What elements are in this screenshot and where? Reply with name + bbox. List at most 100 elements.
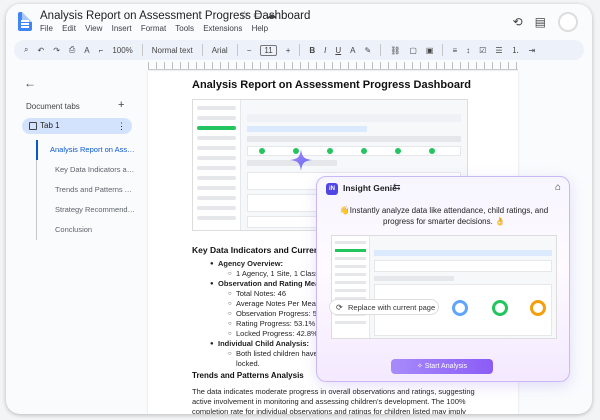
menu-tools[interactable]: Tools xyxy=(175,24,194,33)
numbered-list-icon[interactable]: ⒈ xyxy=(512,45,520,56)
divider xyxy=(236,44,238,56)
trends-paragraph: The data indicates moderate progress in … xyxy=(192,387,475,414)
progress-ring xyxy=(530,300,546,316)
page-preview-screenshot[interactable] xyxy=(331,235,557,339)
font-size-input[interactable]: 11 xyxy=(260,44,277,56)
home-icon[interactable]: ⌂ xyxy=(555,182,561,193)
spellcheck-icon[interactable]: A xyxy=(84,46,89,55)
progress-ring xyxy=(452,300,468,316)
move-folder-icon[interactable]: ▭ xyxy=(253,10,266,21)
italic-icon[interactable]: I xyxy=(324,46,326,55)
child-analysis-label: Individual Child Analysis: xyxy=(218,339,309,348)
swap-icon[interactable]: ⇆ xyxy=(393,182,401,193)
outline-list: Analysis Report on Asses... Key Data Ind… xyxy=(36,140,136,240)
checklist-icon[interactable]: ☑ xyxy=(479,46,486,55)
search-menus-icon[interactable]: ⌕ xyxy=(24,45,28,55)
docs-logo-icon[interactable] xyxy=(18,12,32,31)
underline-icon[interactable]: U xyxy=(335,46,341,55)
bullet-icon: ● xyxy=(210,281,214,287)
replace-label: Replace with current page xyxy=(348,303,436,312)
bold-icon[interactable]: B xyxy=(309,46,315,55)
replace-with-current-page-button[interactable]: ⟳ Replace with current page xyxy=(329,299,439,315)
app-window: Analysis Report on Assessment Progress D… xyxy=(6,4,592,414)
divider xyxy=(442,44,444,56)
add-tab-icon[interactable]: + xyxy=(118,99,124,111)
outline-item[interactable]: Key Data Indicators an... xyxy=(37,160,136,180)
history-icon[interactable]: ⟲ xyxy=(513,15,523,29)
menu-help[interactable]: Help xyxy=(252,24,268,33)
menu-extensions[interactable]: Extensions xyxy=(203,24,242,33)
outline-item[interactable]: Trends and Patterns An... xyxy=(37,180,136,200)
cloud-status-icon[interactable]: ☁ xyxy=(266,10,280,21)
tab-icon xyxy=(29,122,37,130)
back-arrow-icon[interactable]: ← xyxy=(24,76,36,90)
tab-label: Tab 1 xyxy=(40,121,60,130)
agency-label: Agency Overview: xyxy=(218,259,284,268)
menu-bar: File Edit View Insert Format Tools Exten… xyxy=(40,24,275,33)
start-analysis-button[interactable]: ✧ Start Analysis xyxy=(391,359,493,374)
bullet-icon: ○ xyxy=(228,291,232,297)
bullet-icon: ○ xyxy=(228,321,232,327)
divider xyxy=(141,44,143,56)
ruler[interactable] xyxy=(148,62,518,70)
increase-font-icon[interactable]: + xyxy=(286,46,291,55)
bullet-icon: ○ xyxy=(228,311,232,317)
bullet-icon: ○ xyxy=(228,351,232,357)
star-icon[interactable]: ☆ xyxy=(240,10,253,21)
wand-icon: ✧ xyxy=(416,363,425,370)
header-actions: ⟲ ▤ xyxy=(513,12,578,32)
align-icon[interactable]: ≡ xyxy=(452,46,457,55)
agency-detail: 1 Agency, 1 Site, 1 Classro xyxy=(236,269,326,278)
screenshot-nav xyxy=(193,100,241,230)
sparkle-icon xyxy=(290,149,312,171)
menu-file[interactable]: File xyxy=(40,24,53,33)
menu-insert[interactable]: Insert xyxy=(112,24,132,33)
menu-edit[interactable]: Edit xyxy=(62,24,76,33)
title-bar: Analysis Report on Assessment Progress D… xyxy=(6,4,592,38)
total-notes: Total Notes: 46 xyxy=(236,289,287,298)
document-outline-sidebar: ← Document tabs + Tab 1 ⋮ Analysis Repor… xyxy=(6,70,148,414)
bullet-icon: ○ xyxy=(228,271,232,277)
bullet-list-icon[interactable]: ☰ xyxy=(495,46,502,55)
progress-ring xyxy=(492,300,508,316)
bullet-icon: ○ xyxy=(228,301,232,307)
tab-1[interactable]: Tab 1 ⋮ xyxy=(22,118,132,134)
bullet-icon: ● xyxy=(210,341,214,347)
avg-notes: Average Notes Per Measu xyxy=(236,299,324,308)
genie-title: Insight Genie xyxy=(343,183,397,193)
redo-icon[interactable]: ↷ xyxy=(53,46,60,55)
line-spacing-icon[interactable]: ↕ xyxy=(466,46,470,55)
page-heading: Analysis Report on Assessment Progress D… xyxy=(192,79,471,91)
title-icons: ☆▭☁ xyxy=(240,10,280,21)
child-detail-continued: locked. xyxy=(236,359,260,368)
text-color-icon[interactable]: A xyxy=(350,46,355,55)
start-analysis-label: Start Analysis xyxy=(424,363,468,370)
outline-item[interactable]: Analysis Report on Asses... xyxy=(36,140,136,160)
style-select[interactable]: Normal text xyxy=(152,46,193,55)
comment-icon[interactable]: ▢ xyxy=(409,46,417,55)
locked-progress: Locked Progress: 42.8% C xyxy=(236,329,326,338)
more-options-icon[interactable]: ⋮ xyxy=(117,118,126,134)
insight-genie-panel: iN Insight Genie ⇆ ⌂ 👋Instantly analyze … xyxy=(316,176,570,382)
link-icon[interactable]: ⛓ xyxy=(390,46,400,55)
indent-icon[interactable]: ⇥ xyxy=(529,46,536,55)
divider xyxy=(201,44,203,56)
font-select[interactable]: Arial xyxy=(212,46,228,55)
comments-icon[interactable]: ▤ xyxy=(535,15,546,29)
child-detail: Both listed children have 1 xyxy=(236,349,324,358)
avatar[interactable] xyxy=(558,12,578,32)
decrease-font-icon[interactable]: − xyxy=(247,46,252,55)
outline-item[interactable]: Strategy Recommendar... xyxy=(37,200,136,220)
undo-icon[interactable]: ↶ xyxy=(37,46,44,55)
paint-format-icon[interactable]: ⌐ xyxy=(99,46,104,55)
menu-format[interactable]: Format xyxy=(141,24,166,33)
zoom-select[interactable]: 100% xyxy=(112,46,132,55)
print-icon[interactable]: ⎙ xyxy=(69,45,75,55)
image-icon[interactable]: ▣ xyxy=(426,46,434,55)
highlight-icon[interactable]: ✎ xyxy=(365,46,372,55)
outline-item[interactable]: Conclusion xyxy=(37,220,136,240)
formatting-toolbar: ⌕ ↶ ↷ ⎙ A ⌐ 100% Normal text Arial − 11 … xyxy=(14,40,584,60)
menu-view[interactable]: View xyxy=(85,24,102,33)
divider xyxy=(299,44,301,56)
section-heading: Key Data Indicators and Current xyxy=(192,245,322,255)
